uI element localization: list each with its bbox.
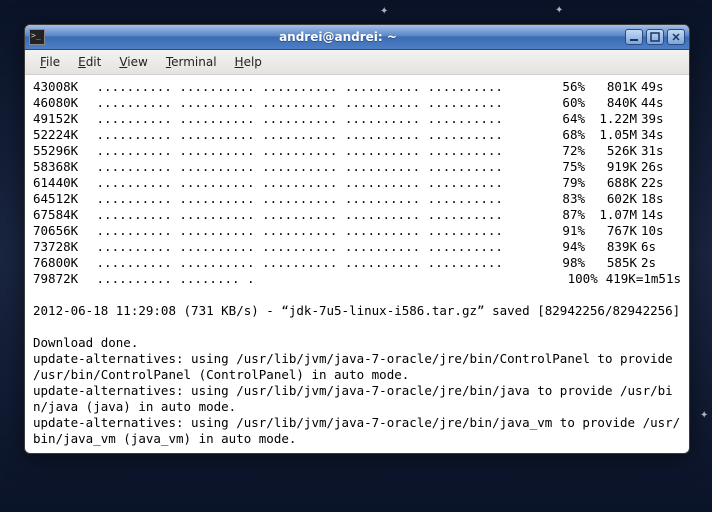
- progress-size: 70656K: [33, 223, 89, 239]
- progress-eta: 31s: [637, 143, 681, 159]
- progress-dots: .......... .......... .......... .......…: [97, 191, 543, 207]
- window-title: andrei@andrei: ~: [51, 30, 625, 44]
- blank-line: [33, 319, 681, 335]
- update-alt-line: update-alternatives: using /usr/lib/jvm/…: [33, 383, 681, 415]
- progress-speed: 1.05M: [585, 127, 637, 143]
- progress-eta: 49s: [637, 79, 681, 95]
- progress-eta: 10s: [637, 223, 681, 239]
- terminal-icon: [29, 29, 45, 45]
- progress-eta: 22s: [637, 175, 681, 191]
- progress-size: 76800K: [33, 255, 89, 271]
- menu-help[interactable]: Help: [228, 53, 269, 71]
- progress-size: 55296K: [33, 143, 89, 159]
- minimize-button[interactable]: [625, 29, 643, 45]
- menubar: File Edit View Terminal Help: [25, 50, 689, 75]
- update-alt-line: update-alternatives: using /usr/lib/jvm/…: [33, 351, 681, 383]
- blank-line: [33, 287, 681, 303]
- progress-size: 64512K: [33, 191, 89, 207]
- progress-row: 46080K .......... .......... .......... …: [33, 95, 681, 111]
- terminal-window: andrei@andrei: ~ File Edit View Terminal…: [24, 24, 690, 454]
- progress-speed: 1.07M: [585, 207, 637, 223]
- progress-dots: .......... .......... .......... .......…: [97, 255, 543, 271]
- close-button[interactable]: [667, 29, 685, 45]
- menu-file[interactable]: File: [33, 53, 67, 71]
- progress-eta: 14s: [637, 207, 681, 223]
- progress-percent: 75%: [543, 159, 585, 175]
- progress-speed: 839K: [585, 239, 637, 255]
- progress-percent: 72%: [543, 143, 585, 159]
- progress-row: 67584K .......... .......... .......... …: [33, 207, 681, 223]
- progress-size: 67584K: [33, 207, 89, 223]
- progress-row: 58368K .......... .......... .......... …: [33, 159, 681, 175]
- progress-speed: 585K: [585, 255, 637, 271]
- progress-row: 55296K .......... .......... .......... …: [33, 143, 681, 159]
- saved-line: 2012-06-18 11:29:08 (731 KB/s) - “jdk-7u…: [33, 303, 681, 319]
- download-done-line: Download done.: [33, 335, 681, 351]
- progress-speed: 1.22M: [585, 111, 637, 127]
- progress-size: 52224K: [33, 127, 89, 143]
- progress-percent: 79%: [543, 175, 585, 191]
- progress-speed: 801K: [585, 79, 637, 95]
- menu-edit[interactable]: Edit: [71, 53, 108, 71]
- update-alt-line: update-alternatives: using /usr/lib/jvm/…: [33, 415, 681, 447]
- menu-terminal[interactable]: Terminal: [159, 53, 224, 71]
- progress-speed: 767K: [585, 223, 637, 239]
- progress-percent: 64%: [543, 111, 585, 127]
- progress-percent: 83%: [543, 191, 585, 207]
- progress-row: 64512K .......... .......... .......... …: [33, 191, 681, 207]
- progress-speed: 688K: [585, 175, 637, 191]
- progress-eta: 6s: [637, 239, 681, 255]
- progress-eta: 34s: [637, 127, 681, 143]
- maximize-button[interactable]: [646, 29, 664, 45]
- progress-dots: .......... .......... .......... .......…: [97, 239, 543, 255]
- progress-row: 43008K .......... .......... .......... …: [33, 79, 681, 95]
- progress-row-final: 79872K .......... ........ . 100% 419K=1…: [33, 271, 681, 287]
- progress-size: 58368K: [33, 159, 89, 175]
- progress-dots: .......... .......... .......... .......…: [97, 175, 543, 191]
- progress-row: 49152K .......... .......... .......... …: [33, 111, 681, 127]
- progress-size: 73728K: [33, 239, 89, 255]
- progress-row: 61440K .......... .......... .......... …: [33, 175, 681, 191]
- progress-speed: 526K: [585, 143, 637, 159]
- progress-eta: 18s: [637, 191, 681, 207]
- progress-row: 76800K .......... .......... .......... …: [33, 255, 681, 271]
- progress-dots: .......... .......... .......... .......…: [97, 223, 543, 239]
- progress-dots: .......... .......... .......... .......…: [97, 143, 543, 159]
- progress-size: 46080K: [33, 95, 89, 111]
- progress-eta: 39s: [637, 111, 681, 127]
- progress-size: 43008K: [33, 79, 89, 95]
- progress-row: 70656K .......... .......... .......... …: [33, 223, 681, 239]
- progress-percent: 94%: [543, 239, 585, 255]
- progress-row: 73728K .......... .......... .......... …: [33, 239, 681, 255]
- progress-dots: .......... .......... .......... .......…: [97, 95, 543, 111]
- titlebar[interactable]: andrei@andrei: ~: [25, 25, 689, 50]
- progress-speed: 919K: [585, 159, 637, 175]
- progress-eta: 26s: [637, 159, 681, 175]
- progress-dots: .......... .......... .......... .......…: [97, 127, 543, 143]
- progress-dots: .......... .......... .......... .......…: [97, 111, 543, 127]
- progress-eta: 2s: [637, 255, 681, 271]
- progress-row: 52224K .......... .......... .......... …: [33, 127, 681, 143]
- progress-percent: 98%: [543, 255, 585, 271]
- progress-percent: 91%: [543, 223, 585, 239]
- progress-dots: .......... .......... .......... .......…: [97, 207, 543, 223]
- progress-dots: .......... .......... .......... .......…: [97, 159, 543, 175]
- progress-size: 61440K: [33, 175, 89, 191]
- progress-speed: 602K: [585, 191, 637, 207]
- progress-speed: 840K: [585, 95, 637, 111]
- progress-eta: 44s: [637, 95, 681, 111]
- progress-percent: 60%: [543, 95, 585, 111]
- window-controls: [625, 29, 685, 45]
- progress-percent: 56%: [543, 79, 585, 95]
- menu-view[interactable]: View: [112, 53, 154, 71]
- progress-percent: 87%: [543, 207, 585, 223]
- terminal-output[interactable]: 43008K .......... .......... .......... …: [25, 75, 689, 453]
- progress-percent: 68%: [543, 127, 585, 143]
- progress-size: 49152K: [33, 111, 89, 127]
- progress-dots: .......... .......... .......... .......…: [97, 79, 543, 95]
